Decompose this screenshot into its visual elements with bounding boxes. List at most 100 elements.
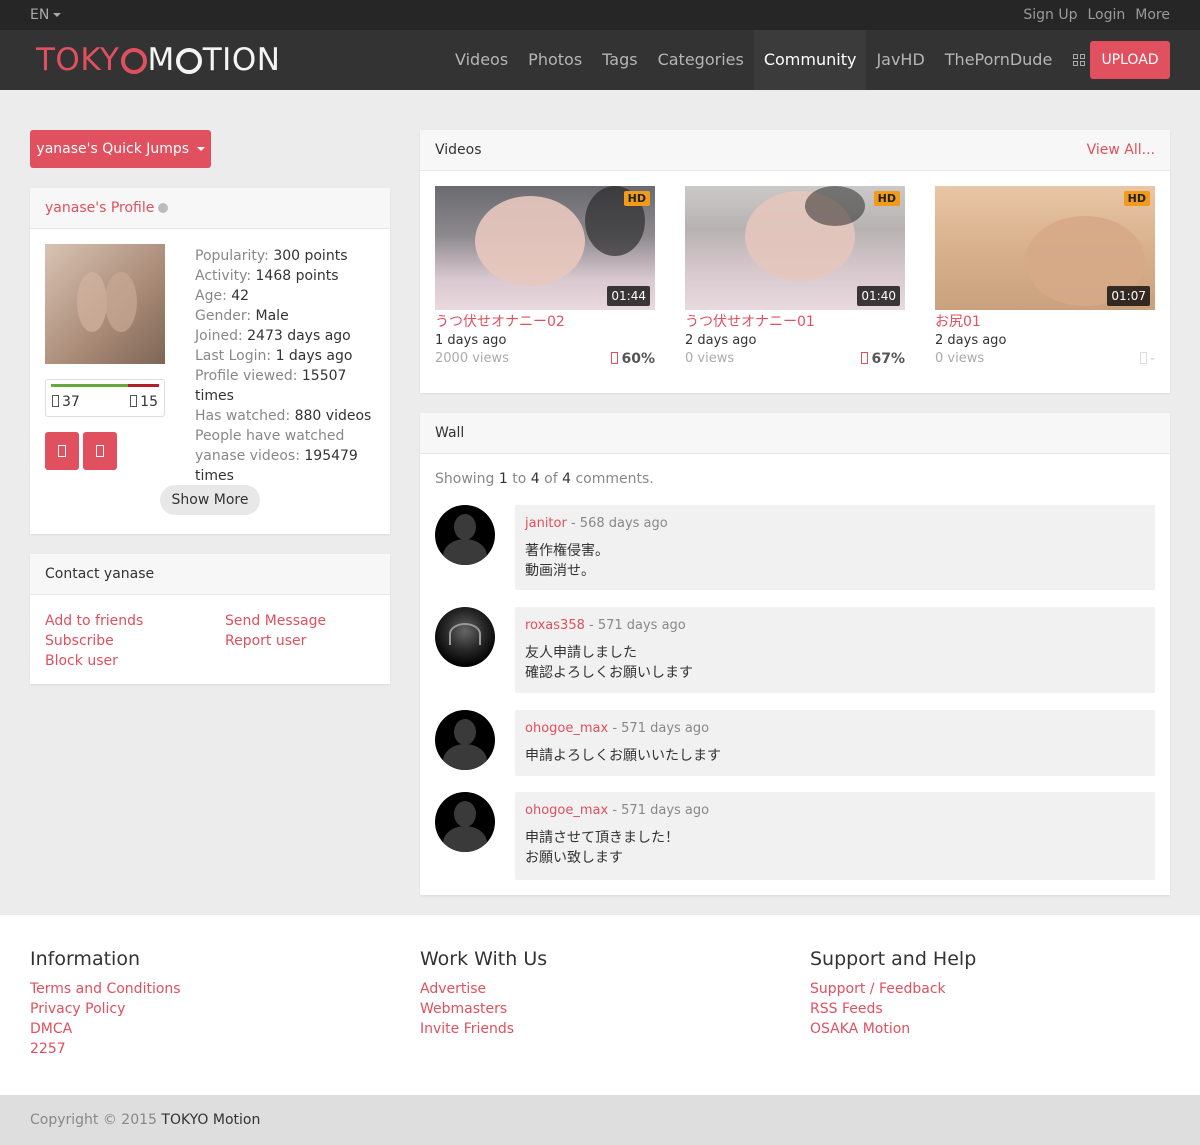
commenter-name[interactable]: ohogoe_max xyxy=(525,721,608,736)
video-thumbnail[interactable]: HD 01:44 xyxy=(435,186,655,310)
video-duration: 01:07 xyxy=(1107,286,1150,306)
commenter-name[interactable]: roxas358 xyxy=(525,618,585,633)
invite-friends-link[interactable]: Invite Friends xyxy=(420,1019,547,1039)
commenter-avatar[interactable] xyxy=(435,607,495,667)
like-profile-button[interactable] xyxy=(45,432,79,470)
privacy-link[interactable]: Privacy Policy xyxy=(30,999,181,1019)
commenter-avatar[interactable] xyxy=(435,710,495,770)
footer-heading: Work With Us xyxy=(420,948,548,970)
comments-count: Showing 1 to 4 of 4 comments. xyxy=(435,471,654,487)
footer-support: Support and Help Support / Feedback RSS … xyxy=(810,947,976,1039)
dislike-profile-button[interactable] xyxy=(83,432,117,470)
commenter-name[interactable]: janitor xyxy=(525,516,567,531)
commenter-name[interactable]: ohogoe_max xyxy=(525,803,608,818)
video-age: 2 days ago xyxy=(935,333,1007,348)
stat-has-watched: Has watched: 880 videos xyxy=(195,408,372,424)
footer-heading: Support and Help xyxy=(810,948,977,970)
video-rating: 60% xyxy=(611,350,655,368)
comment-bubble: roxas358 - 571 days ago 友人申請しました 確認よろしくお願… xyxy=(515,607,1155,693)
dmca-link[interactable]: DMCA xyxy=(30,1019,181,1039)
video-title[interactable]: お尻01 xyxy=(935,312,1155,332)
nav-categories[interactable]: Categories xyxy=(648,30,754,90)
thumbs-up-icon xyxy=(611,352,619,364)
subscribe-link[interactable]: Subscribe xyxy=(45,631,114,651)
video-card[interactable]: HD 01:40 うつ伏せオナニー01 2 days ago 0 views 67… xyxy=(685,186,905,368)
rss-feeds-link[interactable]: RSS Feeds xyxy=(810,999,976,1019)
video-age: 1 days ago xyxy=(435,333,507,348)
more-link[interactable]: More xyxy=(1135,7,1170,23)
profile-avatar xyxy=(45,244,165,364)
login-link[interactable]: Login xyxy=(1088,7,1126,23)
osaka-motion-link[interactable]: OSAKA Motion xyxy=(810,1019,976,1039)
comment-time: - 571 days ago xyxy=(612,803,710,818)
video-age: 2 days ago xyxy=(685,333,757,348)
block-user-link[interactable]: Block user xyxy=(45,651,118,671)
2257-link[interactable]: 2257 xyxy=(30,1039,181,1059)
logo-ring-icon xyxy=(175,48,202,74)
video-title[interactable]: うつ伏せオナニー01 xyxy=(685,312,905,332)
logo-text-tion: TION xyxy=(202,42,281,78)
main-nav: Videos Photos Tags Categories Community … xyxy=(445,30,1096,90)
comment-bubble: ohogoe_max - 571 days ago 申請させて頂きました！ お願い… xyxy=(515,792,1155,880)
site-logo[interactable]: TOKY M TION xyxy=(36,42,280,78)
terms-link[interactable]: Terms and Conditions xyxy=(30,979,181,999)
send-message-link[interactable]: Send Message xyxy=(225,611,326,631)
video-views: 2000 views 60% xyxy=(435,350,655,368)
video-thumbnail[interactable]: HD 01:40 xyxy=(685,186,905,310)
video-title[interactable]: うつ伏せオナニー02 xyxy=(435,312,655,332)
upload-button[interactable]: UPLOAD xyxy=(1090,41,1170,79)
nav-tags[interactable]: Tags xyxy=(592,30,647,90)
rating-positive-bar xyxy=(51,384,128,387)
nav-javhd[interactable]: JavHD xyxy=(866,30,934,90)
report-user-link[interactable]: Report user xyxy=(225,631,306,651)
video-rating: - xyxy=(1139,350,1155,368)
thumbs-up-count[interactable]: 37 xyxy=(52,394,80,410)
profile-header: yanase's Profile xyxy=(30,188,390,229)
comment-text: 申請させて頂きました！ お願い致します xyxy=(525,830,679,866)
thumbs-up-icon xyxy=(58,445,66,457)
video-duration: 01:44 xyxy=(607,286,650,306)
profile-rating: 37 15 xyxy=(45,379,165,417)
hd-badge: HD xyxy=(1123,191,1150,206)
quick-jumps-button[interactable]: yanase's Quick Jumps xyxy=(30,130,211,168)
advertise-link[interactable]: Advertise xyxy=(420,979,547,999)
hd-badge: HD xyxy=(623,191,650,206)
video-thumbnail[interactable]: HD 01:07 xyxy=(935,186,1155,310)
thumbs-down-icon xyxy=(96,445,104,457)
video-views: 0 views - xyxy=(935,350,1155,368)
commenter-avatar[interactable] xyxy=(435,505,495,565)
caret-down-icon xyxy=(53,13,62,17)
nav-photos[interactable]: Photos xyxy=(518,30,592,90)
add-to-friends-link[interactable]: Add to friends xyxy=(45,611,143,631)
profile-panel: yanase's Profile 37 15 Popularity: 300 p… xyxy=(30,188,390,534)
language-selector[interactable]: EN xyxy=(30,7,62,23)
stat-joined: Joined: 2473 days ago xyxy=(195,328,351,344)
offline-status-icon xyxy=(158,203,169,213)
nav-theporndude[interactable]: ThePornDude xyxy=(935,30,1063,90)
comment-bubble: janitor - 568 days ago 著作権侵害。 動画消せ。 xyxy=(515,505,1155,590)
top-bar: EN Sign Up Login More xyxy=(0,0,1200,30)
footer-heading: Information xyxy=(30,948,140,970)
commenter-avatar[interactable] xyxy=(435,792,495,852)
video-card[interactable]: HD 01:07 お尻01 2 days ago 0 views - xyxy=(935,186,1155,368)
show-more-button[interactable]: Show More xyxy=(160,485,260,515)
video-rating: 67% xyxy=(861,350,905,368)
sign-up-link[interactable]: Sign Up xyxy=(1023,7,1077,23)
logo-ring-icon xyxy=(120,48,147,74)
nav-videos[interactable]: Videos xyxy=(445,30,518,90)
thumbs-down-count[interactable]: 15 xyxy=(130,394,158,410)
view-all-link[interactable]: View All... xyxy=(1087,130,1155,171)
video-card[interactable]: HD 01:44 うつ伏せオナニー02 1 days ago 2000 view… xyxy=(435,186,655,368)
contact-panel: Contact yanase Add to friends Subscribe … xyxy=(30,554,390,684)
webmasters-link[interactable]: Webmasters xyxy=(420,999,547,1019)
stat-profile-viewed: Profile viewed: 15507 times xyxy=(195,368,347,404)
profile-title[interactable]: yanase's Profile xyxy=(45,200,154,216)
footer: Information Terms and Conditions Privacy… xyxy=(0,915,1200,1095)
stat-age: Age: 42 xyxy=(195,288,250,304)
stat-people-watched: People have watched yanase videos: 19547… xyxy=(195,428,358,484)
comment-text: 申請よろしくお願いいたします xyxy=(525,748,721,764)
nav-community[interactable]: Community xyxy=(753,30,867,90)
support-feedback-link[interactable]: Support / Feedback xyxy=(810,979,976,999)
footer-work-with-us: Work With Us Advertise Webmasters Invite… xyxy=(420,947,547,1039)
thumbs-up-icon xyxy=(861,352,869,364)
